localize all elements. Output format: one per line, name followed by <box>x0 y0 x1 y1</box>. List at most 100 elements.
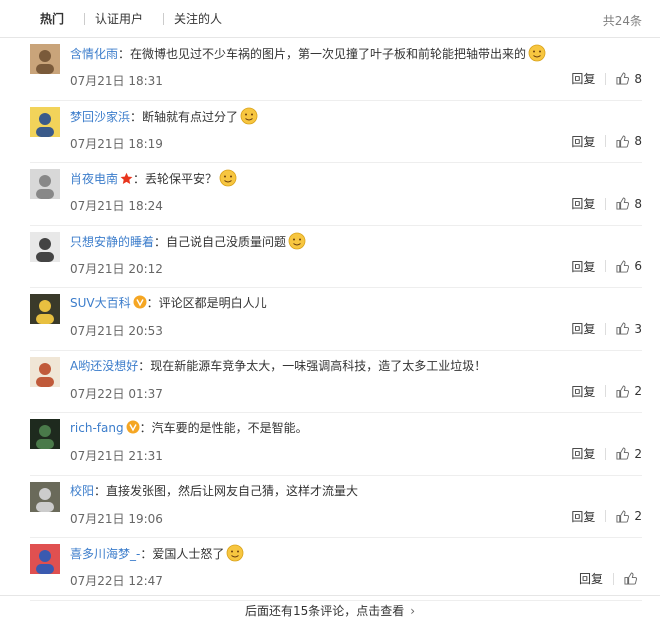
comment-username[interactable]: 喜多川海梦_- <box>70 547 140 561</box>
like-count: 6 <box>634 259 642 273</box>
comment-timestamp: 07月21日 20:53 <box>70 324 163 338</box>
avatar[interactable] <box>30 419 60 449</box>
username-colon: ： <box>140 547 153 561</box>
load-more-comments-link[interactable]: 后面还有15条评论，点击查看 › <box>0 595 660 625</box>
comment-actions: 回复 <box>579 570 642 587</box>
comment-username[interactable]: rich-fang <box>70 421 124 435</box>
comment-actions: 回复 2 <box>571 445 642 462</box>
action-divider <box>605 447 607 460</box>
comment-timestamp: 07月21日 18:31 <box>70 74 163 88</box>
like-button[interactable]: 3 <box>616 322 642 336</box>
avatar[interactable] <box>30 481 60 512</box>
like-button[interactable]: 6 <box>616 259 642 273</box>
action-divider <box>605 260 607 272</box>
reply-button[interactable]: 回复 <box>571 383 595 400</box>
like-count: 2 <box>634 509 642 523</box>
reply-button[interactable]: 回复 <box>571 133 595 150</box>
comment-text: 爱国人士怒了 <box>152 547 225 561</box>
comment-item: 梦回沙家浜：断轴就有点过分了 07月21日 18:19 回复 8 <box>30 101 642 163</box>
reply-button[interactable]: 回复 <box>579 570 603 587</box>
like-count: 2 <box>634 384 642 398</box>
laugh-cry-emoji <box>288 232 306 255</box>
action-divider <box>605 385 607 397</box>
like-count: 2 <box>634 446 642 461</box>
thumbs-up-icon <box>616 509 630 523</box>
action-divider <box>605 197 607 210</box>
comment-total-count: 共24条 <box>602 14 642 28</box>
comment-timestamp: 07月21日 21:31 <box>70 449 163 463</box>
thumbs-up-icon <box>616 72 630 85</box>
like-count: 8 <box>634 134 642 148</box>
avatar[interactable] <box>30 294 60 324</box>
like-button[interactable]: 2 <box>616 509 642 523</box>
avatar[interactable] <box>30 106 60 137</box>
smile-emoji <box>226 544 244 567</box>
action-divider <box>605 72 607 85</box>
tab-verified-users[interactable]: 认证用户 <box>95 10 155 27</box>
like-button[interactable] <box>624 572 642 585</box>
avatar[interactable] <box>30 169 60 199</box>
comment-username[interactable]: 含情化雨 <box>70 47 118 61</box>
like-button[interactable]: 8 <box>616 72 642 86</box>
thumbs-up-icon <box>616 384 630 398</box>
comment-line: 含情化雨：在微博也见过不少车祸的图片，第一次见撞了叶子板和前轮能把轴带出来的 <box>70 44 642 67</box>
comment-item: SUV大百科 ：评论区都是明白人儿 07月21日 20:53 回复 3 <box>30 288 642 351</box>
comment-text: 断轴就有点过分了 <box>142 109 239 124</box>
comment-item: 喜多川海梦_-：爱国人士怒了 07月22日 12:47 回复 <box>30 538 642 601</box>
like-count: 8 <box>634 196 642 211</box>
username-colon: ： <box>139 421 152 435</box>
like-count: 8 <box>634 71 642 86</box>
tab-divider <box>163 12 165 25</box>
comment-item: rich-fang ：汽车要的是性能，不是智能。 07月21日 21:31 回复 … <box>30 413 642 476</box>
reply-button[interactable]: 回复 <box>571 320 595 337</box>
thumbs-up-icon <box>616 322 630 335</box>
comment-line: 校阳：直接发张图，然后让网友自己猜，这样才流量大 <box>70 482 642 500</box>
username-colon: ： <box>154 234 167 249</box>
load-more-label: 后面还有15条评论，点击查看 <box>244 604 405 618</box>
tab-following[interactable]: 关注的人 <box>174 10 234 27</box>
comment-text: 现在新能源车竞争太大，一味强调高科技，造了太多工业垃圾！ <box>150 358 487 373</box>
reply-button[interactable]: 回复 <box>571 508 595 525</box>
comment-timestamp: 07月21日 18:24 <box>70 199 163 213</box>
tab-hot[interactable]: 热门 <box>40 10 76 27</box>
reply-button[interactable]: 回复 <box>571 195 595 212</box>
comment-line: 梦回沙家浜：断轴就有点过分了 <box>70 107 642 130</box>
comment-text: 直接发张图，然后让网友自己猜，这样才流量大 <box>106 483 359 498</box>
comment-username[interactable]: 校阳 <box>70 484 94 498</box>
like-button[interactable]: 8 <box>616 197 642 211</box>
avatar[interactable] <box>30 231 60 262</box>
avatar[interactable] <box>30 544 60 574</box>
reply-button[interactable]: 回复 <box>571 258 595 275</box>
star-badge-icon <box>120 172 133 190</box>
comment-username[interactable]: 肖夜电南 <box>70 172 118 186</box>
comment-text: 在微博也见过不少车祸的图片，第一次见撞了叶子板和前轮能把轴带出来的 <box>130 47 527 61</box>
reply-button[interactable]: 回复 <box>571 70 595 87</box>
username-colon: ： <box>146 296 159 310</box>
verified-badge-icon <box>126 420 140 439</box>
doge-emoji <box>219 169 237 192</box>
thumbs-up-icon <box>616 259 630 273</box>
comment-item: 含情化雨：在微博也见过不少车祸的图片，第一次见撞了叶子板和前轮能把轴带出来的 0… <box>30 38 642 101</box>
action-divider <box>605 135 607 147</box>
thumbs-up-icon <box>616 134 630 148</box>
avatar[interactable] <box>30 356 60 387</box>
chevron-right-icon: › <box>410 604 416 618</box>
comment-actions: 回复 6 <box>571 258 642 275</box>
like-button[interactable]: 2 <box>616 384 642 398</box>
comment-timestamp: 07月22日 01:37 <box>70 386 163 401</box>
username-colon: ： <box>130 109 143 124</box>
thumbs-up-icon <box>616 197 630 210</box>
comment-actions: 回复 8 <box>571 70 642 87</box>
comment-actions: 回复 3 <box>571 320 642 337</box>
comment-username[interactable]: 梦回沙家浜 <box>70 110 130 124</box>
comment-username[interactable]: 只想安静的睡着 <box>70 235 154 249</box>
comment-username[interactable]: A哟还没想好 <box>70 359 138 373</box>
comment-username[interactable]: SUV大百科 <box>70 296 131 310</box>
action-divider <box>605 322 607 335</box>
avatar[interactable] <box>30 44 60 74</box>
comment-line: rich-fang ：汽车要的是性能，不是智能。 <box>70 419 642 439</box>
like-button[interactable]: 2 <box>616 447 642 461</box>
tab-divider <box>84 12 86 25</box>
like-button[interactable]: 8 <box>616 134 642 148</box>
reply-button[interactable]: 回复 <box>571 445 595 462</box>
